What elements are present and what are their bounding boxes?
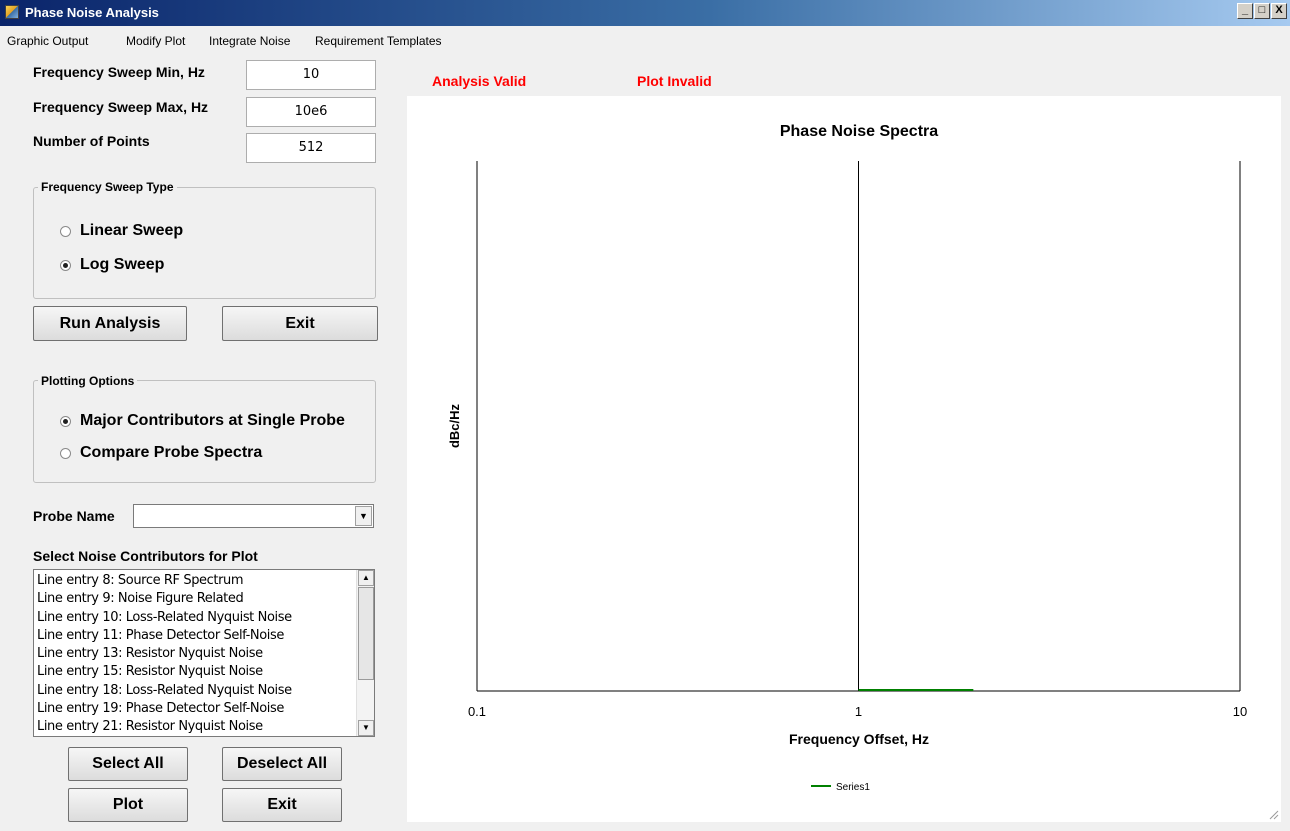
major-contributors-label: Major Contributors at Single Probe <box>80 412 345 429</box>
radio-checked-icon <box>60 259 71 271</box>
sweep-min-input[interactable]: 10 <box>246 60 376 90</box>
exit-top-button[interactable]: Exit <box>222 306 378 341</box>
chart-panel: Phase Noise Spectra dBc/Hz Frequency Off… <box>407 96 1281 822</box>
plot-status: Plot Invalid <box>637 73 712 89</box>
select-all-button[interactable]: Select All <box>68 747 188 781</box>
radio-unchecked-icon <box>60 225 71 237</box>
menu-graphic-output[interactable]: Graphic Output <box>7 34 88 48</box>
sweep-max-input[interactable]: 10e6 <box>246 97 376 127</box>
probe-name-select[interactable]: ▼ <box>133 504 374 528</box>
run-analysis-button[interactable]: Run Analysis <box>33 306 187 341</box>
plotting-options-group <box>33 380 376 483</box>
chart-title: Phase Noise Spectra <box>780 123 938 140</box>
title-bar: Phase Noise Analysis _ □ X <box>0 0 1290 26</box>
sweep-max-label: Frequency Sweep Max, Hz <box>33 99 209 115</box>
list-item[interactable]: Line entry 13: Resistor Nyquist Noise <box>37 645 355 663</box>
list-item[interactable]: Line entry 15: Resistor Nyquist Noise <box>37 663 355 681</box>
phase-noise-chart: Phase Noise Spectra dBc/Hz Frequency Off… <box>447 123 1247 793</box>
menu-requirement-templates[interactable]: Requirement Templates <box>315 34 442 48</box>
list-item[interactable]: Line entry 10: Loss-Related Nyquist Nois… <box>37 609 355 627</box>
radio-major-contributors[interactable]: Major Contributors at Single Probe <box>60 412 345 430</box>
radio-compare-probe[interactable]: Compare Probe Spectra <box>60 444 262 462</box>
x-tick-label: 0.1 <box>468 704 486 719</box>
chevron-down-icon[interactable]: ▼ <box>355 506 372 526</box>
close-button[interactable]: X <box>1271 3 1287 19</box>
list-item[interactable]: Line entry 18: Loss-Related Nyquist Nois… <box>37 682 355 700</box>
contributors-label: Select Noise Contributors for Plot <box>33 548 258 564</box>
contributors-listbox[interactable]: Line entry 8: Source RF Spectrum Line en… <box>33 569 375 737</box>
log-sweep-label: Log Sweep <box>80 256 165 273</box>
sweep-min-label: Frequency Sweep Min, Hz <box>33 64 205 80</box>
probe-name-label: Probe Name <box>33 508 115 524</box>
radio-unchecked-icon <box>60 447 71 459</box>
maximize-button[interactable]: □ <box>1254 3 1270 19</box>
y-axis-label: dBc/Hz <box>447 403 462 448</box>
x-tick-label: 10 <box>1233 704 1247 719</box>
radio-log-sweep[interactable]: Log Sweep <box>60 256 164 274</box>
list-item[interactable]: Line entry 9: Noise Figure Related <box>37 590 355 608</box>
compare-probe-label: Compare Probe Spectra <box>80 444 263 461</box>
list-item[interactable]: Line entry 19: Phase Detector Self-Noise <box>37 700 355 718</box>
sweep-type-title: Frequency Sweep Type <box>38 180 177 194</box>
radio-linear-sweep[interactable]: Linear Sweep <box>60 222 183 240</box>
linear-sweep-label: Linear Sweep <box>80 222 184 239</box>
app-icon <box>5 5 19 19</box>
menu-bar: Graphic Output Modify Plot Integrate Noi… <box>0 28 1290 54</box>
window-title: Phase Noise Analysis <box>25 5 159 20</box>
analysis-status: Analysis Valid <box>432 73 527 89</box>
scroll-thumb[interactable] <box>358 587 374 680</box>
list-item[interactable]: Line entry 21: Resistor Nyquist Noise <box>37 718 355 736</box>
scroll-down-icon[interactable]: ▼ <box>358 720 374 736</box>
minimize-button[interactable]: _ <box>1237 3 1253 19</box>
points-input[interactable]: 512 <box>246 133 376 163</box>
plot-button[interactable]: Plot <box>68 788 188 822</box>
deselect-all-button[interactable]: Deselect All <box>222 747 342 781</box>
sweep-type-group <box>33 187 376 299</box>
list-item[interactable]: Line entry 8: Source RF Spectrum <box>37 572 355 590</box>
x-tick-label: 1 <box>855 704 862 719</box>
menu-modify-plot[interactable]: Modify Plot <box>126 34 185 48</box>
plotting-options-title: Plotting Options <box>38 374 138 388</box>
x-axis-label: Frequency Offset, Hz <box>789 731 929 747</box>
list-scrollbar[interactable]: ▲ ▼ <box>356 570 374 736</box>
scroll-up-icon[interactable]: ▲ <box>358 570 374 586</box>
exit-bottom-button[interactable]: Exit <box>222 788 342 822</box>
legend-label: Series1 <box>836 782 870 793</box>
points-label: Number of Points <box>33 133 150 149</box>
list-item[interactable]: Line entry 11: Phase Detector Self-Noise <box>37 627 355 645</box>
resize-grip-icon[interactable] <box>1267 808 1279 820</box>
radio-checked-icon <box>60 415 71 427</box>
menu-integrate-noise[interactable]: Integrate Noise <box>209 34 290 48</box>
